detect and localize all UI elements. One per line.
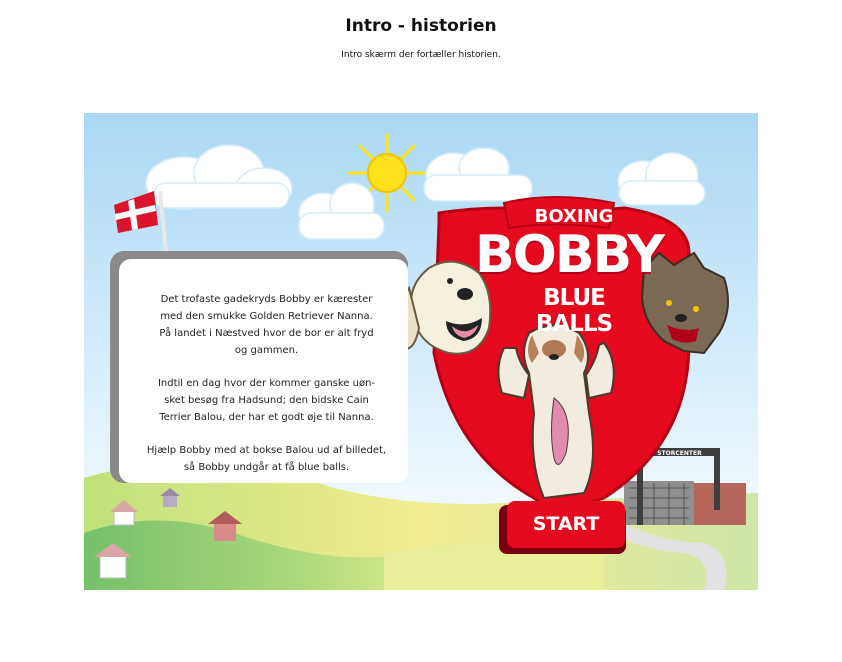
- story-text: Det trofaste gadekryds Bobby er kærester…: [129, 291, 404, 492]
- story-card: Det trofaste gadekryds Bobby er kærester…: [119, 259, 408, 483]
- start-button-label: START: [532, 513, 600, 535]
- story-paragraph-3: Hjælp Bobby med at bokse Balou ud af bil…: [146, 445, 387, 473]
- story-panel: Det trofaste gadekryds Bobby er kærester…: [110, 251, 408, 483]
- logo-line-boxing: BOXING: [534, 206, 614, 227]
- page-title: Intro - historien: [345, 16, 497, 36]
- logo-line-blue-balls: BLUE BALLS: [535, 285, 613, 337]
- logo-line-bobby: BOBBY: [475, 225, 665, 285]
- storcenter-sign: STORCENTER: [657, 450, 702, 457]
- game-intro-screen: BOXING BOBBY BLUE BALLS STORCENTER Det t…: [84, 113, 758, 590]
- story-paragraph-1: Det trofaste gadekryds Bobby er kærester…: [159, 294, 374, 356]
- story-paragraph-2: Indtil en dag hvor der kommer ganske uøn…: [157, 378, 376, 423]
- start-button[interactable]: START: [499, 501, 626, 554]
- page-subtitle: Intro skærm der fortæller historien.: [341, 50, 501, 60]
